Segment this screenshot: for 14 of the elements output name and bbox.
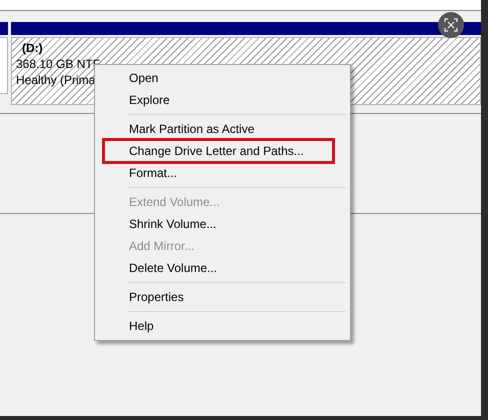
partition-status: Healthy (Prima xyxy=(16,72,96,88)
menu-item[interactable]: Help xyxy=(97,315,348,337)
menu-item[interactable]: Properties xyxy=(97,286,348,308)
fullscreen-icon[interactable] xyxy=(438,12,464,38)
drive-label: (D:) xyxy=(22,41,43,56)
menu-item[interactable]: Change Drive Letter and Paths... xyxy=(104,140,333,162)
menu-item[interactable]: Open xyxy=(97,67,348,89)
partition-block xyxy=(0,37,8,94)
menu-item[interactable]: Format... xyxy=(97,162,348,184)
menu-item[interactable]: Mark Partition as Active xyxy=(97,118,348,140)
menu-item[interactable]: Delete Volume... xyxy=(97,257,348,279)
menu-item[interactable]: Explore xyxy=(97,89,348,111)
disk-header-bar xyxy=(0,22,8,35)
menu-item[interactable]: Shrink Volume... xyxy=(97,213,348,235)
